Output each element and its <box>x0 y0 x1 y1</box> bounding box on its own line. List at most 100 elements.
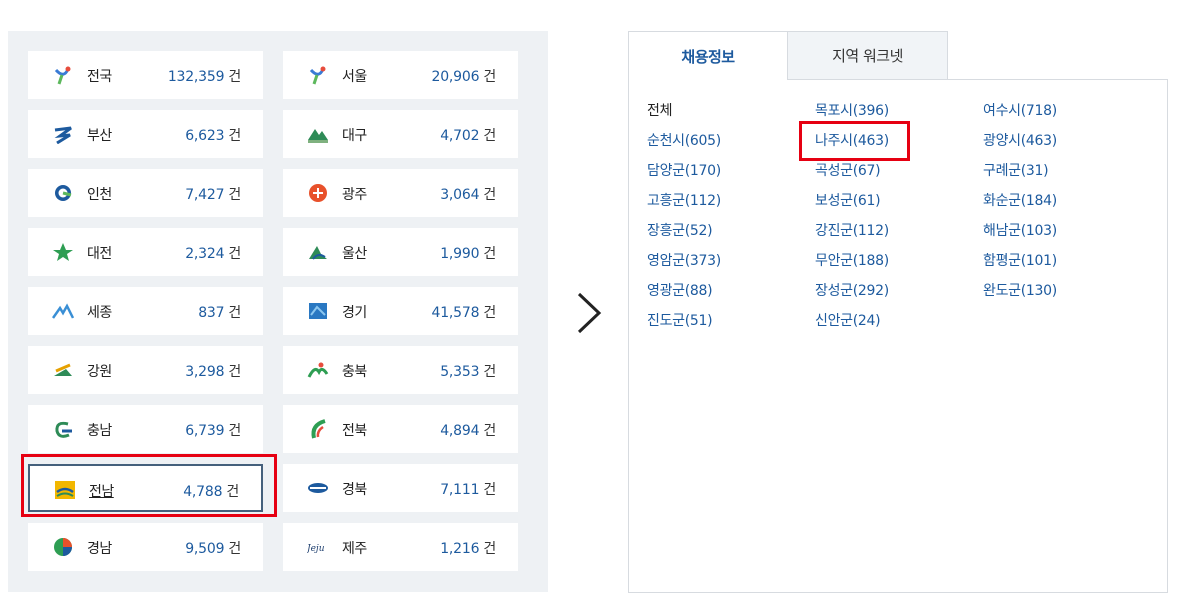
region-count-value: 7,427 <box>185 187 225 203</box>
region-count: 7,427 건 <box>185 184 241 204</box>
region-count: 41,578 건 <box>431 302 497 322</box>
tab-job-info[interactable]: 채용정보 <box>628 31 788 80</box>
tab-regional-worknet[interactable]: 지역 워크넷 <box>787 31 948 80</box>
region-card-daejeon[interactable]: 대전 2,324 건 <box>28 228 263 276</box>
region-card-nation[interactable]: 전국 132,359 건 <box>28 51 263 99</box>
highlight-box-jeonnam <box>21 454 277 517</box>
region-count: 4,702 건 <box>440 125 496 145</box>
region-count-value: 6,739 <box>185 423 225 439</box>
city-link[interactable]: 여수시(718) <box>983 100 1057 120</box>
region-card-jeonbuk[interactable]: 전북 4,894 건 <box>283 405 518 453</box>
region-count-value: 3,064 <box>440 187 480 203</box>
city-link[interactable]: 순천시(605) <box>647 130 721 150</box>
region-card-chungnam[interactable]: 충남 6,739 건 <box>28 405 263 453</box>
tab-bar: 채용정보 지역 워크넷 <box>628 31 1168 80</box>
highlight-box-naju <box>799 121 910 161</box>
region-card-seoul[interactable]: 서울 20,906 건 <box>283 51 518 99</box>
city-link[interactable]: 영광군(88) <box>647 280 713 300</box>
region-name: 제주 <box>342 541 367 557</box>
region-name: 세종 <box>87 305 112 321</box>
city-link[interactable]: 강진군(112) <box>815 220 889 240</box>
region-count-unit: 건 <box>483 69 496 85</box>
region-count-unit: 건 <box>228 305 241 321</box>
seoul-logo-icon <box>307 65 329 85</box>
region-count: 837 건 <box>198 302 241 322</box>
region-card-ulsan[interactable]: 울산 1,990 건 <box>283 228 518 276</box>
region-count-value: 41,578 <box>431 305 480 321</box>
region-count-unit: 건 <box>483 128 496 144</box>
city-link[interactable]: 담양군(170) <box>647 160 721 180</box>
gangwon-logo-icon <box>52 360 74 380</box>
region-count-unit: 건 <box>228 187 241 203</box>
region-count-value: 132,359 <box>167 69 225 85</box>
region-name: 강원 <box>87 364 112 380</box>
city-link[interactable]: 장흥군(52) <box>647 220 713 240</box>
gwangju-logo-icon <box>307 183 329 203</box>
region-count: 5,353 건 <box>440 361 496 381</box>
region-count-value: 20,906 <box>431 69 480 85</box>
city-link[interactable]: 진도군(51) <box>647 310 713 330</box>
region-count-unit: 건 <box>483 541 496 557</box>
city-link[interactable]: 구례군(31) <box>983 160 1049 180</box>
region-count: 4,894 건 <box>440 420 496 440</box>
region-card-gyeongnam[interactable]: 경남 9,509 건 <box>28 523 263 571</box>
city-link[interactable]: 화순군(184) <box>983 190 1057 210</box>
city-link[interactable]: 완도군(130) <box>983 280 1057 300</box>
city-link[interactable]: 광양시(463) <box>983 130 1057 150</box>
region-card-incheon[interactable]: 인천 7,427 건 <box>28 169 263 217</box>
region-count: 6,739 건 <box>185 420 241 440</box>
region-name: 경북 <box>342 482 367 498</box>
region-count-value: 5,353 <box>440 364 480 380</box>
region-count-value: 4,702 <box>440 128 480 144</box>
region-name: 대구 <box>342 128 367 144</box>
gyeonggi-logo-icon <box>307 301 329 321</box>
region-count-unit: 건 <box>483 482 496 498</box>
sejong-logo-icon <box>52 301 74 321</box>
svg-text:Jeju: Jeju <box>307 544 325 554</box>
region-count: 6,623 건 <box>185 125 241 145</box>
region-count-unit: 건 <box>483 305 496 321</box>
region-name: 울산 <box>342 246 367 262</box>
city-link[interactable]: 목포시(396) <box>815 100 889 120</box>
region-count: 7,111 건 <box>440 479 496 499</box>
city-link[interactable]: 함평군(101) <box>983 250 1057 270</box>
region-count: 9,509 건 <box>185 538 241 558</box>
region-count: 2,324 건 <box>185 243 241 263</box>
city-link-all[interactable]: 전체 <box>647 100 672 120</box>
region-count-unit: 건 <box>228 246 241 262</box>
region-card-busan[interactable]: 부산 6,623 건 <box>28 110 263 158</box>
region-card-jeju[interactable]: Jeju 제주 1,216 건 <box>283 523 518 571</box>
region-count-unit: 건 <box>228 128 241 144</box>
region-count-unit: 건 <box>483 187 496 203</box>
city-link[interactable]: 무안군(188) <box>815 250 889 270</box>
region-count: 20,906 건 <box>431 66 497 86</box>
city-link[interactable]: 장성군(292) <box>815 280 889 300</box>
region-count-value: 837 <box>198 305 225 321</box>
region-card-sejong[interactable]: 세종 837 건 <box>28 287 263 335</box>
region-name: 전국 <box>87 69 112 85</box>
city-link[interactable]: 신안군(24) <box>815 310 881 330</box>
daejeon-logo-icon <box>52 242 74 262</box>
region-count-value: 1,990 <box>440 246 480 262</box>
region-count-unit: 건 <box>228 364 241 380</box>
city-link[interactable]: 영암군(373) <box>647 250 721 270</box>
region-card-gwangju[interactable]: 광주 3,064 건 <box>283 169 518 217</box>
city-link[interactable]: 곡성군(67) <box>815 160 881 180</box>
region-count: 3,064 건 <box>440 184 496 204</box>
region-count: 1,216 건 <box>440 538 496 558</box>
region-card-gyeongbuk[interactable]: 경북 7,111 건 <box>283 464 518 512</box>
region-count: 3,298 건 <box>185 361 241 381</box>
jeju-logo-icon: Jeju <box>307 537 329 557</box>
region-name: 인천 <box>87 187 112 203</box>
region-card-chungbuk[interactable]: 충북 5,353 건 <box>283 346 518 394</box>
chungbuk-logo-icon <box>307 360 329 380</box>
city-link[interactable]: 고흥군(112) <box>647 190 721 210</box>
region-name: 부산 <box>87 128 112 144</box>
region-card-gangwon[interactable]: 강원 3,298 건 <box>28 346 263 394</box>
region-card-gyeonggi[interactable]: 경기 41,578 건 <box>283 287 518 335</box>
busan-logo-icon <box>52 124 74 144</box>
city-link[interactable]: 해남군(103) <box>983 220 1057 240</box>
jeonbuk-logo-icon <box>307 419 329 439</box>
city-link[interactable]: 보성군(61) <box>815 190 881 210</box>
region-card-daegu[interactable]: 대구 4,702 건 <box>283 110 518 158</box>
